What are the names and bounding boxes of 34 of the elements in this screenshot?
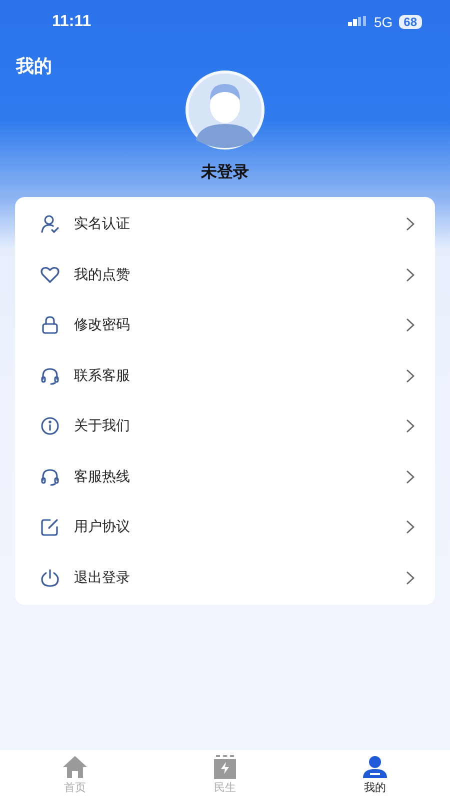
person-icon <box>40 214 60 234</box>
nav-tab[interactable]: 我的 <box>300 750 450 800</box>
network-label: 5G <box>374 14 393 30</box>
menu-item[interactable]: 我的点赞 <box>15 250 435 300</box>
chevron-icon <box>406 570 415 585</box>
heart-icon <box>40 264 60 285</box>
edit-icon <box>40 517 60 538</box>
menu-item[interactable]: 修改密码 <box>15 300 435 350</box>
page-title: 我的 <box>14 55 52 78</box>
power-icon <box>40 568 60 588</box>
menu-item[interactable]: 关于我们 <box>15 401 435 452</box>
menu-item[interactable]: 退出登录 <box>15 552 435 603</box>
battery-level: 68 <box>398 15 422 29</box>
headset-icon <box>40 366 60 386</box>
status-time: 11:11 <box>52 13 92 31</box>
login-status[interactable]: 未登录 <box>201 162 249 183</box>
menu-item[interactable]: 联系客服 <box>15 350 435 401</box>
bolt-box-icon <box>212 755 238 779</box>
chevron-icon <box>406 419 415 434</box>
chevron-icon <box>406 318 415 332</box>
menu-item[interactable]: 用户协议 <box>15 502 435 552</box>
chevron-icon <box>406 217 415 232</box>
chevron-icon <box>406 268 415 282</box>
house-icon <box>62 755 88 779</box>
signal-icon <box>348 16 368 28</box>
headset-icon <box>40 466 60 487</box>
chevron-icon <box>406 470 415 484</box>
menu-item[interactable]: 客服热线 <box>15 452 435 502</box>
menu-item[interactable]: 实名认证 <box>15 199 435 250</box>
chevron-icon <box>406 520 415 534</box>
user-icon <box>362 755 388 779</box>
info-icon <box>40 416 60 436</box>
chevron-icon <box>406 368 415 383</box>
lock-icon <box>40 315 60 336</box>
